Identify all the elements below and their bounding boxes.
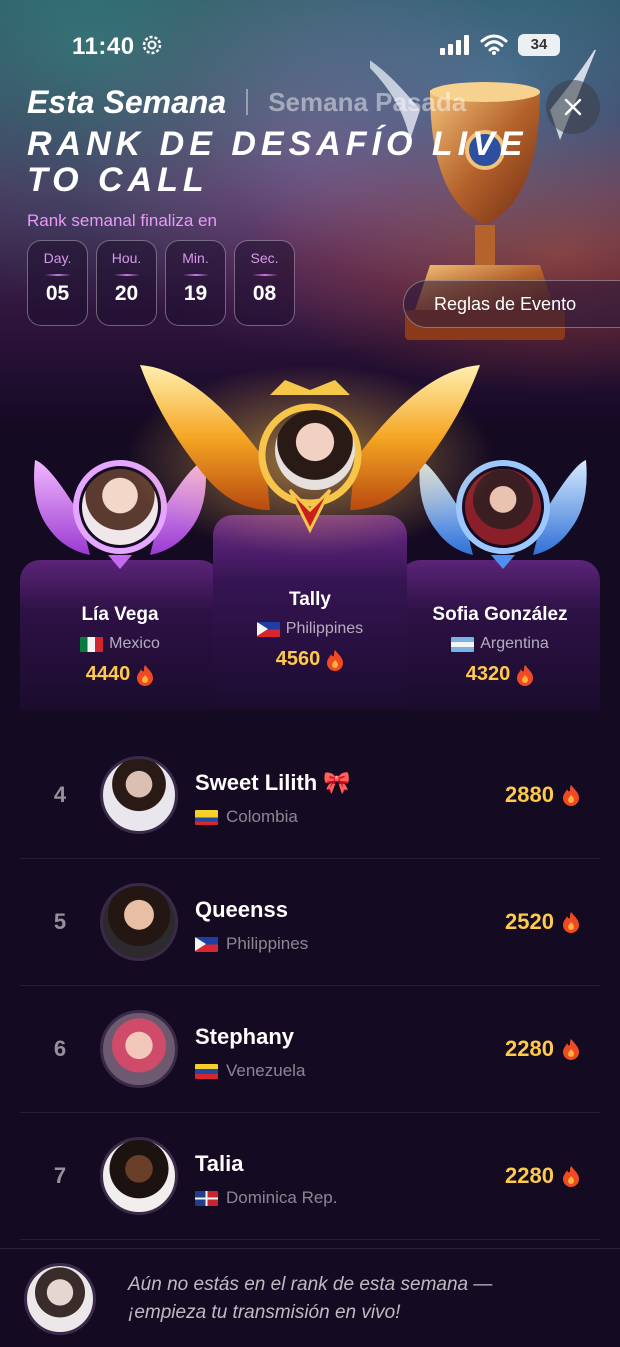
user-name: Stephany (195, 1024, 294, 1050)
flame-icon (137, 664, 154, 686)
not-ranked-message: Aún no estás en el rank de esta semana —… (128, 1274, 493, 1323)
score-value: 2280 (505, 1163, 554, 1188)
podium-name: Lía Vega (81, 604, 159, 625)
first-place-avatar[interactable] (275, 410, 355, 490)
user-country: Philippines (195, 934, 308, 954)
score: 2280 (505, 1163, 580, 1189)
flame-icon (517, 664, 534, 686)
user-name-label: Stephany (195, 1024, 295, 1049)
rank-number: 6 (53, 1036, 67, 1061)
user-name-label: Sweet Lilith (195, 770, 318, 795)
country-label: Mexico (109, 635, 160, 652)
bow-emoji: 🎀 (323, 770, 351, 795)
flame-icon (563, 1039, 579, 1060)
rank-number: 5 (53, 909, 67, 934)
rank-number: 7 (53, 1163, 67, 1188)
podium-score: 4440 (20, 663, 220, 686)
user-country: Dominica Rep. (195, 1188, 338, 1208)
score-value: 4560 (275, 648, 321, 670)
score-value: 2880 (505, 782, 554, 807)
list-item[interactable]: 7 Talia Dominica Rep. 2280 (20, 1113, 600, 1240)
score: 2280 (505, 1036, 580, 1062)
podium-country: Mexico (20, 635, 220, 653)
argentina-flag-icon (451, 636, 475, 652)
podium-score: 4560 (213, 648, 407, 671)
flame-icon (327, 649, 344, 671)
colombia-flag-icon (195, 809, 218, 825)
avatar[interactable] (100, 1137, 178, 1215)
podium: Lía Vega Mexico 4440 Sofia González Arge… (0, 0, 620, 730)
user-country: Venezuela (195, 1061, 305, 1081)
user-name: Sweet Lilith 🎀 (195, 770, 351, 796)
podium-score: 4320 (400, 663, 600, 686)
philippines-flag-icon (256, 621, 280, 637)
flame-icon (563, 1166, 579, 1187)
flame-icon (563, 785, 579, 806)
podium-country: Argentina (400, 635, 600, 653)
dominican-republic-flag-icon (195, 1190, 218, 1206)
podium-name: Tally (289, 589, 331, 610)
score: 2880 (505, 782, 580, 808)
podium-country: Philippines (213, 620, 407, 638)
score: 2520 (505, 909, 580, 935)
podium-third-card[interactable]: Sofia González Argentina 4320 (400, 560, 600, 710)
score-value: 4320 (465, 663, 511, 685)
user-name: Queenss (195, 897, 288, 923)
list-item[interactable]: 5 Queenss Philippines 2520 (20, 859, 600, 986)
ranking-list: 4 Sweet Lilith 🎀 Colombia 2880 5 Queenss… (20, 732, 600, 1240)
list-item[interactable]: 4 Sweet Lilith 🎀 Colombia 2880 (20, 732, 600, 859)
list-item[interactable]: 6 Stephany Venezuela 2280 (20, 986, 600, 1113)
score-value: 4440 (85, 663, 131, 685)
country-label: Argentina (480, 635, 549, 652)
venezuela-flag-icon (195, 1063, 218, 1079)
user-name-label: Queenss (195, 897, 288, 922)
my-avatar[interactable] (24, 1263, 96, 1335)
user-name: Talia (195, 1151, 244, 1177)
flame-icon (563, 912, 579, 933)
mexico-flag-icon (80, 636, 104, 652)
podium-second-card[interactable]: Lía Vega Mexico 4440 (20, 560, 220, 710)
avatar[interactable] (100, 1010, 178, 1088)
country-label: Dominica Rep. (226, 1188, 338, 1207)
podium-name: Sofia González (432, 604, 568, 625)
avatar[interactable] (100, 883, 178, 961)
user-country: Colombia (195, 807, 298, 827)
rank-number: 4 (53, 782, 67, 807)
my-rank-footer: Aún no estás en el rank de esta semana —… (0, 1248, 620, 1347)
avatar[interactable] (100, 756, 178, 834)
user-name-label: Talia (195, 1151, 244, 1176)
country-label: Philippines (285, 620, 364, 637)
philippines-flag-icon (195, 936, 218, 952)
score-value: 2520 (505, 909, 554, 934)
country-label: Venezuela (226, 1061, 306, 1080)
score-value: 2280 (505, 1036, 554, 1061)
country-label: Philippines (226, 934, 309, 953)
country-label: Colombia (226, 807, 298, 826)
